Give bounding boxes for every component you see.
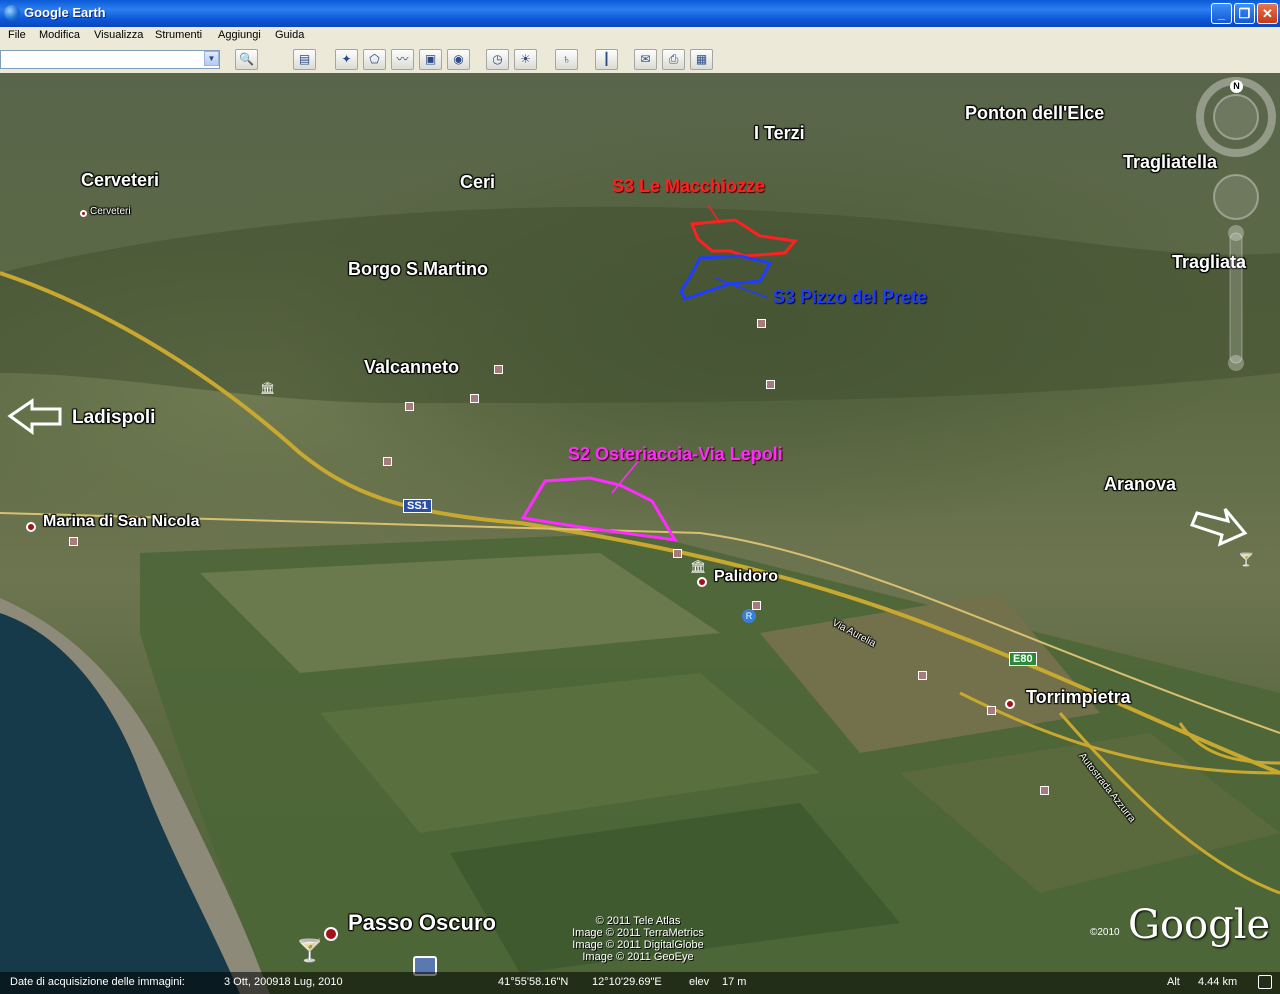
poi-marker[interactable] bbox=[757, 319, 766, 328]
marina-pin[interactable] bbox=[26, 522, 36, 532]
museum-icon[interactable]: 🏛 bbox=[690, 559, 707, 575]
ruler-icon[interactable]: ┃ bbox=[595, 49, 618, 70]
title-bar: Google Earth _ ❐ ✕ bbox=[0, 0, 1280, 27]
museum-icon[interactable]: 🏛 bbox=[260, 381, 275, 395]
poi-marker[interactable] bbox=[918, 671, 927, 680]
place-palidoro[interactable]: Palidoro bbox=[714, 568, 778, 586]
attribution-line: Image © 2011 DigitalGlobe bbox=[572, 939, 704, 951]
menu-visualizza[interactable]: Visualizza bbox=[94, 29, 143, 41]
menu-strumenti[interactable]: Strumenti bbox=[155, 29, 202, 41]
close-button[interactable]: ✕ bbox=[1257, 3, 1278, 24]
site-s3-macchiozze[interactable]: S3 Le Macchiozze bbox=[612, 176, 765, 197]
zoom-in-icon[interactable] bbox=[1228, 225, 1244, 241]
search-input[interactable] bbox=[0, 50, 220, 69]
poi-marker[interactable] bbox=[470, 394, 479, 403]
polygon-icon[interactable]: ⬠ bbox=[363, 49, 386, 70]
sidebar-toggle-icon[interactable]: ▤ bbox=[293, 49, 316, 70]
left-arrow-icon bbox=[7, 398, 62, 435]
passo-oscuro-pin[interactable] bbox=[324, 927, 338, 941]
imagery-date-label: Date di acquisizione delle immagini: bbox=[10, 976, 185, 988]
place-valcanneto[interactable]: Valcanneto bbox=[364, 357, 459, 378]
poi-marker[interactable] bbox=[1040, 786, 1049, 795]
road-shield-ss1: SS1 bbox=[403, 499, 432, 513]
menu-file[interactable]: File bbox=[8, 29, 26, 41]
place-marina[interactable]: Marina di San Nicola bbox=[43, 513, 199, 531]
place-torrimpietra[interactable]: Torrimpietra bbox=[1026, 687, 1131, 708]
poi-marker[interactable] bbox=[383, 457, 392, 466]
cocktail-icon[interactable]: 🍸 bbox=[1238, 552, 1254, 568]
info-icon[interactable]: R bbox=[742, 609, 756, 623]
elevation-label: elev bbox=[689, 976, 710, 988]
road-shield-e80: E80 bbox=[1009, 652, 1037, 666]
site-s3-pizzo[interactable]: S3 Pizzo del Prete bbox=[773, 287, 927, 308]
view-in-maps-icon[interactable]: ▦ bbox=[690, 49, 713, 70]
site-s2-osteriaccia[interactable]: S2 Osteriaccia-Via Lepoli bbox=[568, 444, 783, 465]
right-arrow-icon bbox=[1189, 508, 1248, 547]
cerveteri-pin[interactable] bbox=[80, 210, 87, 217]
place-ladispoli[interactable]: Ladispoli bbox=[72, 407, 155, 429]
path-icon[interactable]: 〰 bbox=[391, 49, 414, 70]
menu-bar: File Modifica Visualizza Strumenti Aggiu… bbox=[0, 27, 1280, 47]
historical-imagery-icon[interactable]: ◷ bbox=[486, 49, 509, 70]
poi-marker[interactable] bbox=[405, 402, 414, 411]
image-overlay-icon[interactable]: ▣ bbox=[419, 49, 442, 70]
search-icon[interactable]: 🔍 bbox=[235, 49, 258, 70]
longitude: 12°10'29.69"E bbox=[592, 976, 662, 988]
altitude-value: 4.44 km bbox=[1198, 976, 1238, 988]
google-earth-icon bbox=[4, 5, 20, 21]
place-ceri[interactable]: Ceri bbox=[460, 172, 495, 193]
menu-modifica[interactable]: Modifica bbox=[39, 29, 80, 41]
altitude-label: Alt bbox=[1167, 976, 1180, 988]
palidoro-pin[interactable] bbox=[697, 577, 707, 587]
attribution-line: Image © 2011 TerraMetrics bbox=[572, 927, 704, 939]
menu-guida[interactable]: Guida bbox=[275, 29, 304, 41]
streaming-indicator-icon bbox=[1258, 975, 1272, 989]
north-indicator[interactable]: N bbox=[1230, 80, 1243, 93]
elevation-value: 17 m bbox=[722, 976, 747, 988]
place-i-terzi[interactable]: I Terzi bbox=[754, 123, 805, 144]
poi-marker[interactable] bbox=[673, 549, 682, 558]
menu-aggiungi[interactable]: Aggiungi bbox=[218, 29, 261, 41]
place-passo-oscuro[interactable]: Passo Oscuro bbox=[348, 910, 496, 936]
minimize-button[interactable]: _ bbox=[1211, 3, 1232, 24]
record-tour-icon[interactable]: ◉ bbox=[447, 49, 470, 70]
toolbar: ▼ 🔍 ▤ ✦ ⬠ 〰 ▣ ◉ ◷ ☀ ♄ ┃ ✉ ⎙ ▦ bbox=[0, 46, 1280, 74]
latitude: 41°55'58.16"N bbox=[498, 976, 569, 988]
placemark-icon[interactable]: ✦ bbox=[335, 49, 358, 70]
place-ponton[interactable]: Ponton dell'Elce bbox=[965, 103, 1104, 124]
move-joystick-icon[interactable] bbox=[1213, 174, 1259, 220]
place-aranova[interactable]: Aranova bbox=[1104, 474, 1176, 495]
logo-year: ©2010 bbox=[1090, 927, 1120, 938]
map-view[interactable]: Cerveteri Cerveteri Ceri Borgo S.Martino… bbox=[0, 73, 1280, 994]
place-cerveteri[interactable]: Cerveteri bbox=[81, 170, 159, 191]
place-cerveteri-small: Cerveteri bbox=[90, 206, 131, 217]
navigation-controls[interactable]: N bbox=[1196, 73, 1276, 383]
email-icon[interactable]: ✉ bbox=[634, 49, 657, 70]
poi-marker[interactable] bbox=[69, 537, 78, 546]
terrain-layer bbox=[0, 204, 1280, 994]
zoom-out-icon[interactable] bbox=[1228, 355, 1244, 371]
torrimpietra-pin[interactable] bbox=[1005, 699, 1015, 709]
attribution-line: Image © 2011 GeoEye bbox=[582, 951, 694, 963]
google-logo: Google bbox=[1128, 902, 1271, 948]
sunlight-icon[interactable]: ☀ bbox=[514, 49, 537, 70]
zoom-slider[interactable] bbox=[1229, 232, 1243, 364]
look-joystick-icon[interactable] bbox=[1213, 94, 1259, 140]
poi-marker[interactable] bbox=[494, 365, 503, 374]
poi-marker[interactable] bbox=[752, 601, 761, 610]
window-title: Google Earth bbox=[24, 5, 106, 20]
imagery-date-value: 3 Ott, 200918 Lug, 2010 bbox=[224, 976, 343, 988]
cocktail-icon[interactable]: 🍸 bbox=[296, 938, 323, 964]
status-bar: Date di acquisizione delle immagini: 3 O… bbox=[0, 972, 1280, 994]
poi-marker[interactable] bbox=[987, 706, 996, 715]
poi-marker[interactable] bbox=[766, 380, 775, 389]
print-icon[interactable]: ⎙ bbox=[662, 49, 685, 70]
attribution-line: © 2011 Tele Atlas bbox=[595, 915, 681, 927]
maximize-button[interactable]: ❐ bbox=[1234, 3, 1255, 24]
place-borgo[interactable]: Borgo S.Martino bbox=[348, 259, 488, 280]
planets-icon[interactable]: ♄ bbox=[555, 49, 578, 70]
attribution: © 2011 Tele Atlas Image © 2011 TerraMetr… bbox=[558, 915, 718, 963]
